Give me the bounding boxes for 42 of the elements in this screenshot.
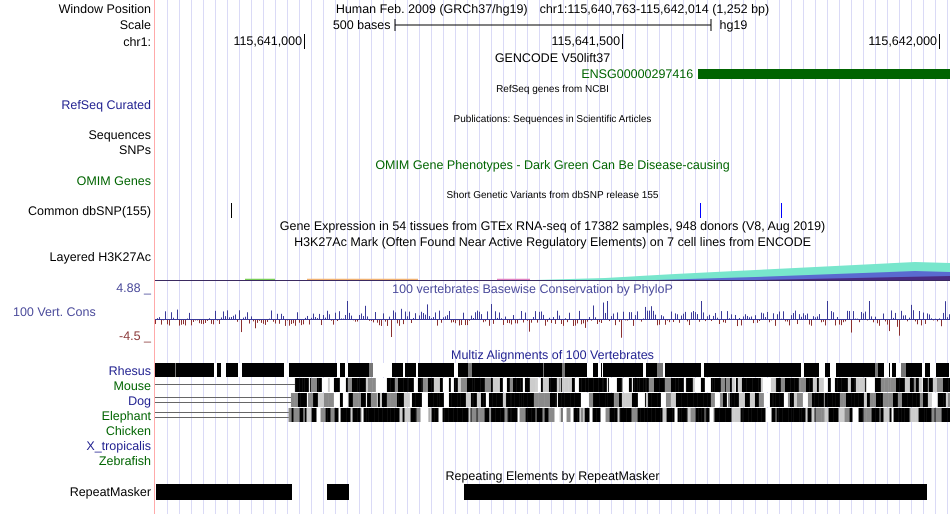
gene-bar[interactable] <box>698 69 950 79</box>
assembly-title: Human Feb. 2009 (GRCh37/hg19) <box>336 2 528 16</box>
gene-label[interactable]: ENSG00000297416 <box>581 67 694 81</box>
track-label[interactable]: RefSeq Curated <box>61 98 151 112</box>
track-label[interactable]: SNPs <box>119 142 151 156</box>
track-label[interactable]: RepeatMasker <box>70 485 151 499</box>
track-label[interactable]: Chicken <box>106 424 151 438</box>
track-label[interactable]: Rhesus <box>108 364 151 378</box>
ruler-tick: 115,642,000 <box>868 34 940 49</box>
track-label[interactable]: X_tropicalis <box>86 438 151 452</box>
track-label[interactable]: Common dbSNP(155) <box>28 204 151 218</box>
track-label[interactable]: Zebrafish <box>98 454 151 468</box>
track-title: Gene Expression in 54 tissues from GTEx RNA-seq of 17382 samples, 948 donors (V8, Aug 2019) <box>280 219 826 233</box>
position-text: chr1:115,640,763-115,642,014 (1,252 bp) <box>540 2 770 16</box>
track-label[interactable]: Sequences <box>88 128 151 142</box>
track-label: chr1: <box>123 34 151 48</box>
variant-tick[interactable] <box>780 203 782 218</box>
ruler-tick: 115,641,000 <box>233 34 306 49</box>
scale-length: 500 bases <box>332 18 390 32</box>
track-title: Publications: Sequences in Scientific Articles <box>454 114 652 125</box>
track-label[interactable]: 100 Vert. Cons <box>0 305 96 319</box>
repeat-block[interactable] <box>326 484 349 500</box>
track-label[interactable]: Elephant <box>102 408 151 422</box>
track-title: Multiz Alignments of 100 Vertebrates <box>451 348 654 362</box>
track-title: Repeating Elements by RepeatMasker <box>445 469 660 483</box>
ruler-tick: 115,641,500 <box>551 34 624 49</box>
track-title: H3K27Ac Mark (Often Found Near Active Regulatory Elements) on 7 cell lines from ENCODE <box>294 235 811 249</box>
axis-min-label: -4.5 _ <box>118 329 151 343</box>
track-label: Scale <box>120 18 151 32</box>
track-title: OMIM Gene Phenotypes - Dark Green Can Be Disease-causing <box>375 158 730 172</box>
track-title: GENCODE V50lift37 <box>494 51 610 65</box>
track-title: RefSeq genes from NCBI <box>496 84 609 95</box>
track-label: Window Position <box>58 2 151 16</box>
variant-tick[interactable] <box>700 203 701 218</box>
track-label[interactable]: OMIM Genes <box>76 174 151 188</box>
scale-assembly: hg19 <box>720 18 748 32</box>
track-label[interactable]: Mouse <box>113 378 151 392</box>
axis-max-label: 4.88 _ <box>115 281 151 295</box>
track-label[interactable]: Layered H3K27Ac <box>50 250 151 264</box>
track-title: Short Genetic Variants from dbSNP release 155 <box>446 190 658 201</box>
track-label[interactable]: Dog <box>128 394 151 408</box>
track-title: 100 vertebrates Basewise Conservation by PhyloP <box>392 282 673 296</box>
